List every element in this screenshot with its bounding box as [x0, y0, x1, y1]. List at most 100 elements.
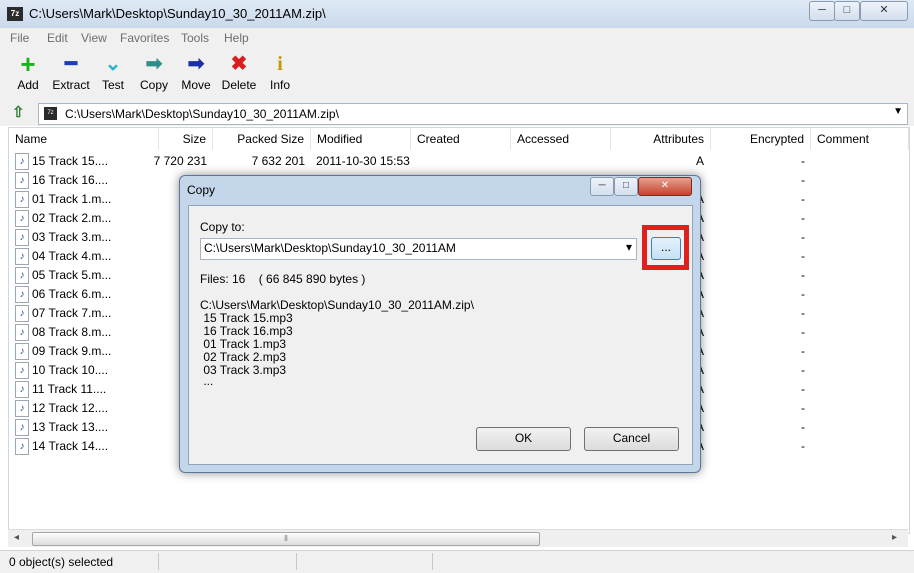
- audio-file-icon: ♪: [15, 210, 29, 227]
- file-name: 15 Track 15....: [32, 154, 109, 168]
- destination-combobox[interactable]: C:\Users\Mark\Desktop\Sunday10_30_2011AM…: [200, 238, 637, 260]
- table-row[interactable]: ♪ 15 Track 15.... 7 720 231 7 632 201 2011-1…: [9, 152, 909, 171]
- audio-file-icon: ♪: [15, 191, 29, 208]
- copy-item-more: ...: [200, 374, 214, 388]
- maximize-button[interactable]: □: [834, 1, 860, 21]
- file-name: 05 Track 5.m...: [32, 268, 112, 282]
- add-icon: +: [20, 49, 36, 79]
- destination-path: C:\Users\Mark\Desktop\Sunday10_30_2011AM: [204, 241, 456, 255]
- file-encrypted: -: [801, 325, 805, 339]
- file-encrypted: -: [801, 173, 805, 187]
- scroll-right-icon[interactable]: ▸: [892, 532, 897, 543]
- column-accessed[interactable]: Accessed: [511, 128, 611, 150]
- delete-button[interactable]: ✖ Delete: [219, 48, 259, 92]
- audio-file-icon: ♪: [15, 286, 29, 303]
- file-encrypted: -: [801, 268, 805, 282]
- window-title: C:\Users\Mark\Desktop\Sunday10_30_2011AM…: [29, 6, 326, 21]
- copy-label: Copy: [139, 78, 168, 92]
- add-button[interactable]: + Add: [10, 48, 46, 92]
- column-name[interactable]: Name: [9, 128, 159, 150]
- files-info: Files: 16 ( 66 845 890 bytes ): [200, 272, 366, 286]
- info-button[interactable]: i Info: [266, 48, 294, 92]
- scroll-left-icon[interactable]: ◂: [14, 532, 19, 543]
- address-path: C:\Users\Mark\Desktop\Sunday10_30_2011AM…: [65, 107, 339, 121]
- file-modified: 2011-10-30 15:53: [316, 154, 410, 168]
- copy-to-label: Copy to:: [200, 220, 245, 234]
- column-size[interactable]: Size: [159, 128, 213, 150]
- menu-favorites[interactable]: Favorites: [120, 31, 169, 45]
- file-encrypted: -: [801, 249, 805, 263]
- file-packed-size: 7 632 201: [251, 154, 305, 168]
- audio-file-icon: ♪: [15, 267, 29, 284]
- audio-file-icon: ♪: [15, 229, 29, 246]
- copy-item: 02 Track 2.mp3: [200, 350, 287, 364]
- archive-icon: 7z: [44, 107, 57, 120]
- combo-dropdown-icon[interactable]: ▾: [626, 240, 632, 254]
- file-encrypted: -: [801, 230, 805, 244]
- info-icon: i: [277, 53, 283, 75]
- copy-button[interactable]: ➡ Copy: [136, 48, 172, 92]
- file-encrypted: -: [801, 154, 805, 168]
- column-encrypted[interactable]: Encrypted: [711, 128, 811, 150]
- address-bar: ⇧ 7z C:\Users\Mark\Desktop\Sunday10_30_2…: [0, 101, 914, 126]
- folder-up-icon[interactable]: ⇧: [12, 105, 28, 121]
- audio-file-icon: ♪: [15, 305, 29, 322]
- copy-item: 15 Track 15.mp3: [200, 311, 293, 325]
- column-created[interactable]: Created: [411, 128, 511, 150]
- column-attributes[interactable]: Attributes: [611, 128, 711, 150]
- address-dropdown-icon[interactable]: ▼: [893, 106, 903, 117]
- copy-item: 01 Track 1.mp3: [200, 337, 287, 351]
- file-name: 13 Track 13....: [32, 420, 109, 434]
- menu-help[interactable]: Help: [224, 31, 249, 45]
- status-divider: [158, 553, 159, 570]
- dialog-minimize-button[interactable]: ─: [590, 177, 614, 196]
- status-divider: [432, 553, 433, 570]
- horizontal-scrollbar[interactable]: ◂ ⦀ ▸: [8, 529, 908, 547]
- audio-file-icon: ♪: [15, 381, 29, 398]
- toolbar: + Add ━ Extract ⌄ Test ➡ Copy ➡ Move ✖ D…: [0, 48, 914, 101]
- column-packed-size[interactable]: Packed Size: [213, 128, 311, 150]
- dialog-close-button[interactable]: ✕: [638, 177, 692, 196]
- minimize-button[interactable]: ─: [809, 1, 835, 21]
- file-encrypted: -: [801, 287, 805, 301]
- column-modified[interactable]: Modified: [311, 128, 411, 150]
- menu-tools[interactable]: Tools: [181, 31, 209, 45]
- cancel-button[interactable]: Cancel: [584, 427, 679, 451]
- test-button[interactable]: ⌄ Test: [96, 48, 130, 92]
- file-name: 02 Track 2.m...: [32, 211, 112, 225]
- audio-file-icon: ♪: [15, 153, 29, 170]
- file-name: 16 Track 16....: [32, 173, 109, 187]
- file-name: 03 Track 3.m...: [32, 230, 112, 244]
- menu-file[interactable]: File: [10, 31, 29, 45]
- file-name: 12 Track 12....: [32, 401, 109, 415]
- file-size: 7 720 231: [153, 154, 207, 168]
- scroll-thumb[interactable]: ⦀: [32, 532, 540, 546]
- move-label: Move: [181, 78, 211, 92]
- column-comment[interactable]: Comment: [811, 128, 909, 150]
- close-button[interactable]: ✕: [860, 1, 908, 21]
- file-name: 09 Track 9.m...: [32, 344, 112, 358]
- address-field[interactable]: 7z C:\Users\Mark\Desktop\Sunday10_30_201…: [38, 103, 908, 125]
- move-button[interactable]: ➡ Move: [178, 48, 214, 92]
- file-attributes: A: [695, 154, 704, 168]
- menu-bar: File Edit View Favorites Tools Help: [0, 28, 914, 48]
- file-name: 04 Track 4.m...: [32, 249, 112, 263]
- dialog-maximize-button[interactable]: □: [614, 177, 638, 196]
- status-text: 0 object(s) selected: [9, 555, 114, 569]
- menu-edit[interactable]: Edit: [47, 31, 68, 45]
- file-encrypted: -: [801, 192, 805, 206]
- extract-button[interactable]: ━ Extract: [50, 48, 92, 92]
- add-label: Add: [17, 78, 39, 92]
- audio-file-icon: ♪: [15, 172, 29, 189]
- menu-view[interactable]: View: [81, 31, 107, 45]
- audio-file-icon: ♪: [15, 324, 29, 341]
- extract-label: Extract: [52, 78, 90, 92]
- file-name: 01 Track 1.m...: [32, 192, 112, 206]
- copy-icon: ➡: [145, 53, 163, 75]
- delete-icon: ✖: [230, 53, 248, 75]
- browse-button[interactable]: ...: [651, 237, 681, 260]
- file-name: 07 Track 7.m...: [32, 306, 112, 320]
- audio-file-icon: ♪: [15, 343, 29, 360]
- ok-button[interactable]: OK: [476, 427, 571, 451]
- title-bar: 7z C:\Users\Mark\Desktop\Sunday10_30_201…: [0, 0, 914, 29]
